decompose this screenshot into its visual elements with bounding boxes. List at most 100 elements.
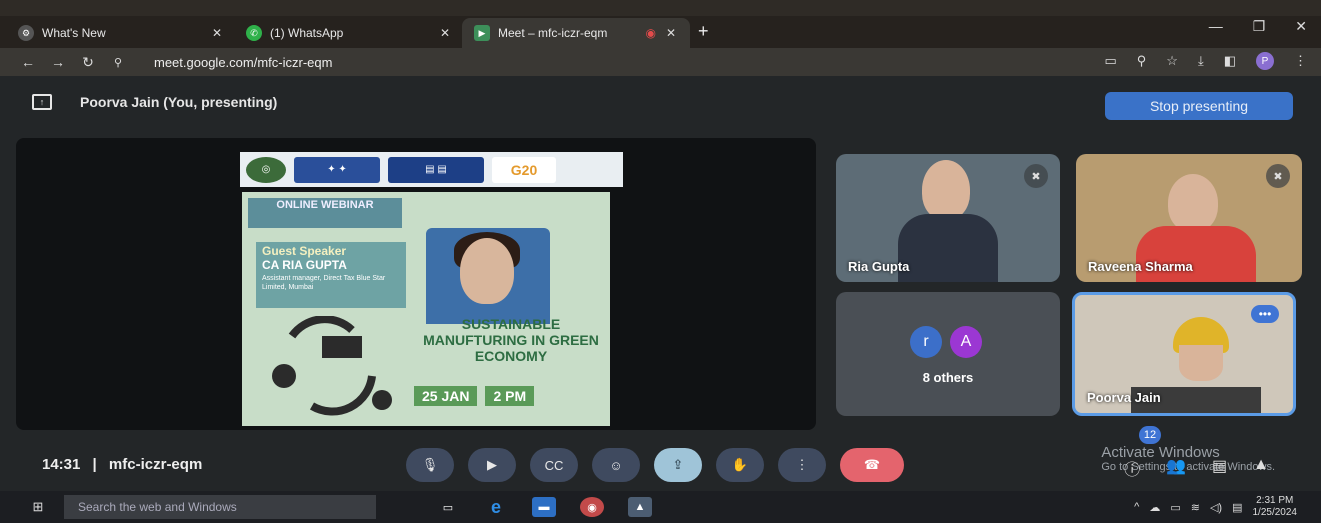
participant-tile-ria[interactable]: ✖ Ria Gupta	[836, 154, 1060, 282]
close-icon[interactable]: ✕	[440, 26, 450, 40]
participant-tile-self[interactable]: ••• Poorva Jain	[1072, 292, 1296, 416]
close-icon[interactable]: ✕	[212, 26, 222, 40]
more-options-button[interactable]: ⋮	[778, 448, 826, 482]
hang-up-icon: ☎	[863, 457, 881, 472]
task-view-icon[interactable]: ▭	[436, 497, 460, 517]
camera-button[interactable]: ▶	[468, 448, 516, 482]
india-emblem-logo: ✦ ✦	[294, 156, 380, 183]
webinar-date: 25 JAN	[414, 386, 478, 406]
participant-tile-raveena[interactable]: ✖ Raveena Sharma	[1076, 154, 1302, 282]
others-count-label: 8 others	[922, 370, 974, 385]
meeting-time: 14:31	[42, 456, 81, 473]
back-icon[interactable]: ←	[16, 54, 40, 70]
url-field[interactable]: meet.google.com/mfc-iczr-eqm	[154, 55, 332, 70]
clock-date: 1/25/2024	[1252, 507, 1298, 518]
info-icon[interactable]: ⓘ	[1124, 456, 1140, 480]
mic-off-icon: ✖	[1266, 164, 1290, 188]
zoom-icon[interactable]: ⚲	[1137, 53, 1147, 69]
avatar-a: A	[950, 326, 982, 358]
site-settings-icon[interactable]: ⚲	[106, 56, 130, 69]
tab-whats-new[interactable]: ⚙ What's New ✕	[6, 18, 234, 48]
manufacturing-cycle-graphic	[272, 316, 392, 416]
camera-icon[interactable]: ▭	[1104, 53, 1116, 69]
participant-video	[922, 160, 970, 220]
present-button[interactable]: ⇪	[654, 448, 702, 482]
tray-chevron-icon[interactable]: ^	[1134, 501, 1139, 513]
side-panel-icon[interactable]: ◧	[1224, 53, 1236, 69]
meeting-controls-bar: 14:31 | mfc-iczr-eqm 🎙 ▶ CC ☺ ⇪ ✋ ⋮ ☎ 12…	[0, 426, 1321, 488]
chat-icon[interactable]: ▤	[1212, 456, 1227, 480]
raise-hand-button[interactable]: ✋	[716, 448, 764, 482]
people-icon[interactable]: 👥	[1166, 456, 1186, 480]
close-window-icon[interactable]: ✕	[1295, 18, 1307, 35]
captions-button[interactable]: CC	[530, 448, 578, 482]
tab-whatsapp[interactable]: ✆ (1) WhatsApp ✕	[234, 18, 462, 48]
guest-speaker-label: Guest Speaker	[262, 244, 347, 258]
windows-taskbar: ⊞ Search the web and Windows ▭ e ▬ ◉ ▲ ^…	[0, 491, 1321, 523]
presenting-text: Poorva Jain (You, presenting)	[80, 94, 278, 110]
tab-label: (1) WhatsApp	[270, 26, 344, 40]
whatsapp-icon: ✆	[246, 25, 262, 41]
screen: ⚙ What's New ✕ ✆ (1) WhatsApp ✕ ▶ Meet –…	[0, 0, 1321, 523]
divider: |	[92, 456, 97, 473]
system-tray: ^ ☁ ▭ ≋ ◁) ▤ 2:31 PM 1/25/2024	[1134, 495, 1297, 519]
participant-name: Ria Gupta	[848, 259, 910, 274]
stop-presenting-button[interactable]: Stop presenting	[1105, 92, 1293, 120]
menu-kebab-icon[interactable]: ⋮	[1294, 53, 1307, 69]
new-tab-button[interactable]: +	[698, 21, 709, 42]
participant-jacket	[898, 214, 998, 282]
guest-speaker-box: Guest Speaker CA RIA GUPTA Assistant man…	[256, 242, 406, 308]
restore-icon[interactable]: ❐	[1253, 18, 1266, 35]
edge-icon[interactable]: e	[484, 497, 508, 517]
taskbar-clock[interactable]: 2:31 PM 1/25/2024	[1253, 495, 1298, 519]
organization-logo: ◎	[246, 156, 286, 183]
tab-label: What's New	[42, 26, 106, 40]
activities-icon[interactable]: ▲	[1253, 456, 1269, 480]
battery-icon[interactable]: ▭	[1170, 501, 1180, 514]
poster-logo-strip: ◎ ✦ ✦ ▤ ▤ G20	[240, 152, 623, 187]
g20-logo: G20	[492, 156, 556, 183]
window-controls: — ❐ ✕	[1209, 18, 1307, 35]
download-icon[interactable]: ⤓	[1198, 53, 1204, 69]
program-banner-logo: ▤ ▤	[388, 156, 484, 183]
gear-icon: ⚙	[18, 25, 34, 41]
participant-video	[1179, 345, 1223, 381]
profile-avatar[interactable]: P	[1256, 52, 1274, 70]
taskbar-search[interactable]: Search the web and Windows	[64, 495, 376, 519]
volume-icon[interactable]: ◁)	[1210, 501, 1222, 514]
meet-icon: ▶	[474, 25, 490, 41]
chrome-icon[interactable]: ◉	[580, 497, 604, 517]
address-bar: ← → ↻ ⚲ meet.google.com/mfc-iczr-eqm ▭ ⚲…	[0, 48, 1321, 76]
participant-video	[1168, 174, 1218, 232]
leave-call-button[interactable]: ☎	[840, 448, 904, 482]
more-options-icon[interactable]: •••	[1251, 305, 1279, 323]
meeting-code: mfc-iczr-eqm	[108, 456, 203, 473]
file-explorer-icon[interactable]: ▬	[532, 497, 556, 517]
recording-icon: ◉	[645, 26, 656, 40]
reactions-button[interactable]: ☺	[592, 448, 640, 482]
network-icon[interactable]: ☁	[1149, 501, 1160, 514]
windows-start-icon[interactable]: ⊞	[20, 499, 56, 515]
webinar-topic: SUSTAINABLE MANUFTURING IN GREEN ECONOMY	[423, 316, 599, 364]
webinar-time: 2 PM	[485, 386, 535, 406]
address-actions: ▭ ⚲ ☆ ⤓ ◧ P ⋮	[1104, 52, 1307, 70]
forward-icon[interactable]: →	[46, 54, 70, 70]
others-tile[interactable]: r A 8 others	[836, 292, 1060, 416]
mic-icon: 🎙	[421, 457, 439, 472]
wifi-icon[interactable]: ≋	[1191, 501, 1200, 514]
meeting-info: 14:31 | mfc-iczr-eqm	[42, 456, 202, 473]
captions-icon: CC	[544, 457, 564, 473]
presenting-indicator: ↑ Poorva Jain (You, presenting)	[32, 94, 277, 110]
webinar-datetime: 25 JAN 2 PM	[414, 386, 535, 406]
minimize-icon[interactable]: —	[1209, 18, 1223, 35]
tab-meet[interactable]: ▶ Meet – mfc-iczr-eqm ◉ ✕	[462, 18, 690, 48]
taskbar-apps: ▭ e ▬ ◉ ▲	[436, 497, 652, 517]
microphone-button[interactable]: 🎙	[406, 448, 454, 482]
notifications-icon[interactable]: ▤	[1232, 501, 1242, 514]
reload-icon[interactable]: ↻	[76, 54, 100, 71]
tab-label: Meet – mfc-iczr-eqm	[498, 26, 608, 40]
close-icon[interactable]: ◉ ✕	[645, 26, 676, 40]
meeting-side-actions: ⓘ 👥 ▤ ▲	[1124, 456, 1269, 480]
photos-icon[interactable]: ▲	[628, 497, 652, 517]
bookmark-star-icon[interactable]: ☆	[1166, 53, 1178, 69]
